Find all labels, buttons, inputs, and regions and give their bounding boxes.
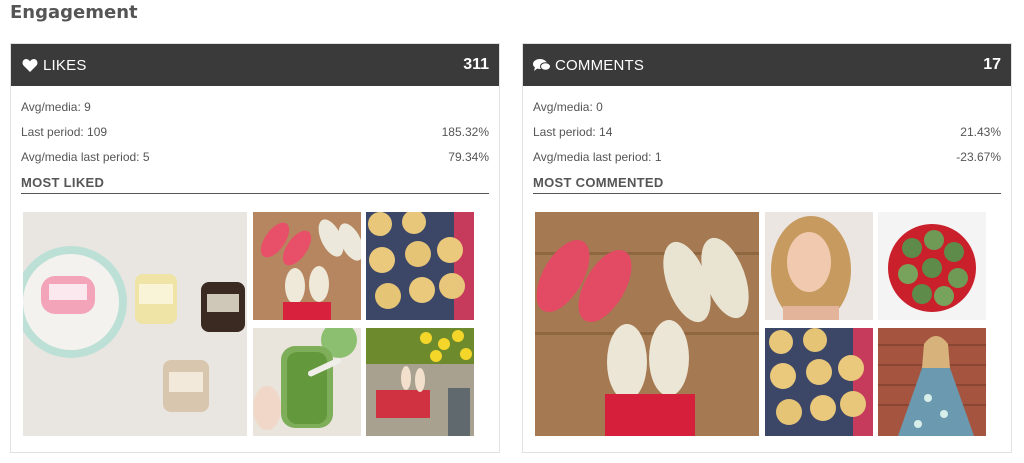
- likes-avg-media-last-period-row: Avg/media last period: 5 79.34%: [21, 144, 489, 169]
- likes-last-period: Last period: 109: [21, 124, 108, 139]
- likes-avg-media: Avg/media: 9: [21, 99, 91, 114]
- comments-panel: COMMENTS 17 Avg/media: 0 Last period: 14…: [522, 43, 1012, 453]
- most-liked-title: MOST LIKED: [21, 175, 489, 194]
- section-title: Engagement: [10, 2, 138, 23]
- comments-panel-header: COMMENTS 17: [523, 44, 1011, 86]
- media-thumbnail[interactable]: [366, 328, 474, 436]
- comments-avg-media-last-period-change: -23.67%: [956, 149, 1001, 164]
- media-thumbnail[interactable]: [765, 212, 873, 320]
- comments-avg-media-last-period: Avg/media last period: 1: [533, 149, 662, 164]
- comments-avg-media-last-period-row: Avg/media last period: 1 -23.67%: [533, 144, 1001, 169]
- media-thumbnail[interactable]: [535, 212, 759, 436]
- heart-icon: [21, 56, 39, 74]
- media-thumbnail[interactable]: [366, 212, 474, 320]
- comments-last-period-row: Last period: 14 21.43%: [533, 119, 1001, 144]
- likes-count: 311: [463, 56, 489, 73]
- most-commented-gallery: [535, 212, 987, 438]
- media-thumbnail[interactable]: [765, 328, 873, 436]
- most-liked-gallery: [23, 212, 475, 438]
- media-thumbnail[interactable]: [23, 212, 247, 436]
- likes-last-period-row: Last period: 109 185.32%: [21, 119, 489, 144]
- likes-avg-media-last-period-change: 79.34%: [448, 149, 489, 164]
- media-thumbnail[interactable]: [253, 212, 361, 320]
- likes-panel: LIKES 311 Avg/media: 9 Last period: 109 …: [10, 43, 500, 453]
- comments-last-period: Last period: 14: [533, 124, 613, 139]
- likes-title: LIKES: [43, 56, 87, 74]
- comments-count: 17: [983, 56, 1001, 73]
- likes-avg-media-row: Avg/media: 9: [21, 94, 489, 119]
- likes-last-period-change: 185.32%: [441, 124, 489, 139]
- likes-panel-header: LIKES 311: [11, 44, 499, 86]
- comments-last-period-change: 21.43%: [960, 124, 1001, 139]
- media-thumbnail[interactable]: [878, 328, 986, 436]
- comments-avg-media: Avg/media: 0: [533, 99, 603, 114]
- likes-avg-media-last-period: Avg/media last period: 5: [21, 149, 150, 164]
- comments-title: COMMENTS: [555, 56, 645, 74]
- speech-bubbles-icon: [533, 56, 551, 74]
- media-thumbnail[interactable]: [878, 212, 986, 320]
- comments-avg-media-row: Avg/media: 0: [533, 94, 1001, 119]
- most-commented-title: MOST COMMENTED: [533, 175, 1001, 194]
- media-thumbnail[interactable]: [253, 328, 361, 436]
